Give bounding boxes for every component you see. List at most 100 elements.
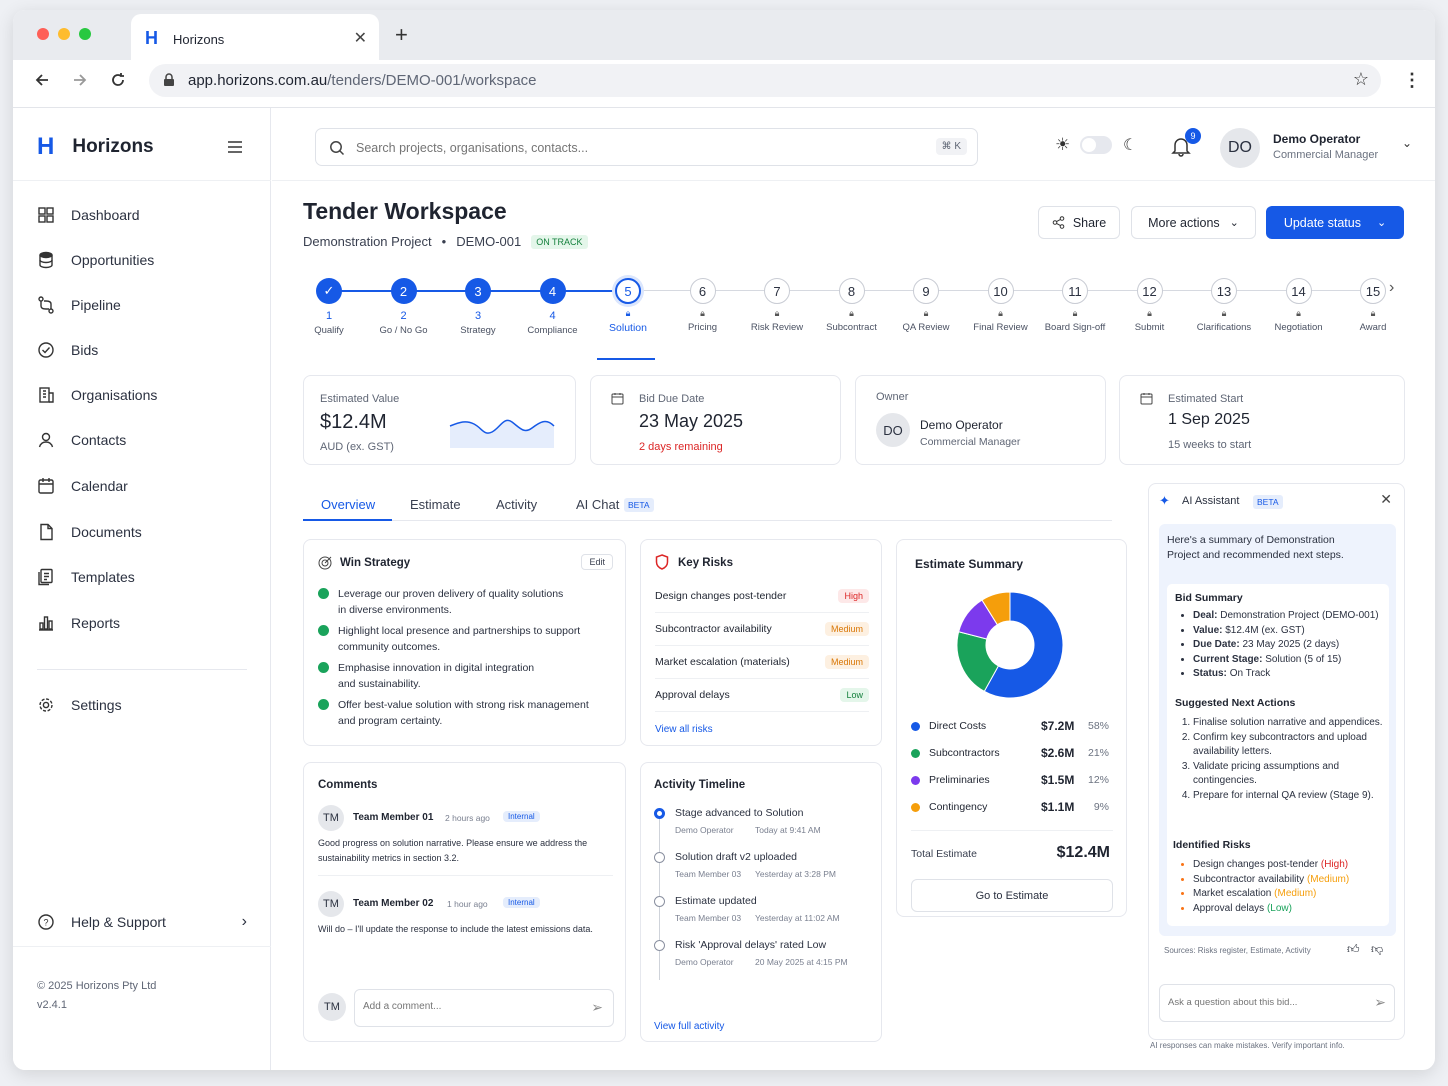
risk-name: Market escalation (1193, 888, 1272, 899)
thumbs-up-icon[interactable]: 👍︎ (1347, 942, 1360, 957)
stage-8[interactable]: 8 🔒︎ Subcontract (817, 278, 887, 333)
ai-question-input[interactable] (1168, 997, 1358, 1008)
hamburger-icon[interactable] (227, 140, 243, 154)
thumbs-down-icon[interactable]: 👎︎ (1371, 942, 1383, 957)
action-item: Confirm key subcontractors and upload av… (1193, 731, 1385, 760)
stage-number: 8 (838, 278, 865, 304)
card-title: Estimate Summary (915, 557, 1024, 571)
comment-input[interactable] (363, 1001, 583, 1012)
bookmark-star-icon[interactable]: ☆ (1353, 69, 1369, 90)
brand[interactable]: H Horizons (37, 132, 154, 162)
risk-level-badge: Medium (824, 622, 869, 636)
risk-row[interactable]: Subcontractor availability Medium (655, 613, 869, 646)
theme-toggle[interactable] (1080, 136, 1112, 154)
close-tab-icon[interactable]: ✕ (354, 28, 367, 48)
strategy-text: Highlight local presence and partnership… (338, 623, 580, 655)
lock-icon (164, 73, 174, 86)
stage-14[interactable]: 14 🔒︎ Negotiation (1264, 278, 1334, 333)
tab-overview[interactable]: Overview (321, 497, 375, 512)
update-status-button[interactable]: Update status ⌄ (1266, 206, 1404, 239)
stage-2[interactable]: 2 2 Go / No Go (369, 278, 439, 336)
help-support-link[interactable]: ? Help & Support › (37, 908, 249, 936)
sidebar-item-bids[interactable]: Bids (37, 336, 247, 364)
legend-percent: 9% (1093, 801, 1109, 813)
stage-1[interactable]: ✓ 1 Qualify (294, 278, 364, 336)
stage-10[interactable]: 10 🔒︎ Final Review (966, 278, 1036, 333)
browser-tab[interactable]: H Horizons ✕ (131, 14, 379, 60)
sidebar-item-organisations[interactable]: Organisations (37, 381, 247, 409)
chevron-right-icon[interactable]: › (1389, 279, 1394, 297)
ai-assistant-panel: ✦ AI Assistant BETA ✕ Here's a summary o… (1148, 483, 1405, 1040)
risk-row[interactable]: Market escalation (materials) Medium (655, 646, 869, 679)
stage-11[interactable]: 11 🔒︎ Board Sign-off (1040, 278, 1110, 333)
status-badge: ON TRACK (531, 234, 588, 249)
panel-title: AI Assistant (1182, 495, 1240, 507)
tab-estimate[interactable]: Estimate (410, 497, 461, 512)
stage-7[interactable]: 7 🔒︎ Risk Review (742, 278, 812, 333)
sidebar-item-reports[interactable]: Reports (37, 609, 247, 637)
templates-icon (38, 568, 53, 586)
sidebar-item-label: Documents (71, 524, 142, 540)
forward-icon[interactable] (71, 71, 89, 89)
go-to-estimate-button[interactable]: Go to Estimate (911, 879, 1113, 912)
more-actions-button[interactable]: More actions ⌄ (1131, 206, 1256, 239)
edit-button[interactable]: Edit (581, 554, 613, 570)
user-role: Commercial Manager (1273, 149, 1379, 161)
risk-item: Subcontractor availability (Medium) (1193, 873, 1390, 888)
timeline-item: Risk 'Approval delays' rated Low Demo Ope… (675, 939, 895, 967)
sidebar-item-dashboard[interactable]: Dashboard (37, 201, 247, 229)
timeline-text: Risk 'Approval delays' rated Low (675, 939, 827, 951)
target-icon (318, 556, 332, 570)
url-field[interactable]: app.horizons.com.au/tenders/DEMO-001/wor… (149, 64, 1381, 97)
timeline-meta: Demo Operator 20 May 2025 at 4:15 PM (675, 957, 895, 967)
chevron-down-icon[interactable]: ⌄ (1402, 136, 1412, 150)
send-icon[interactable]: ➢ (1374, 994, 1386, 1011)
search-box[interactable]: ⌘ K (315, 128, 978, 166)
close-icon[interactable]: ✕ (1380, 491, 1392, 508)
browser-menu-icon[interactable]: ⋮ (1403, 70, 1421, 91)
lock-icon: 🔒︎ (923, 308, 929, 318)
stage-3[interactable]: 3 3 Strategy (443, 278, 513, 336)
stage-12[interactable]: 12 🔒︎ Submit (1115, 278, 1185, 333)
action-item: Prepare for internal QA review (Stage 9)… (1193, 789, 1385, 804)
sidebar-item-templates[interactable]: Templates (37, 563, 247, 591)
reload-icon[interactable] (109, 71, 127, 89)
risk-row[interactable]: Approval delays Low (655, 679, 869, 712)
view-full-activity-link[interactable]: View full activity (654, 1021, 724, 1032)
search-input[interactable] (356, 138, 916, 158)
stage-6[interactable]: 6 🔒︎ Pricing (668, 278, 738, 333)
stage-5[interactable]: 5 🔒︎ Solution (593, 278, 663, 334)
back-icon[interactable] (33, 71, 51, 89)
stage-15[interactable]: 15 🔒︎ Award (1338, 278, 1408, 333)
send-icon[interactable]: ➢ (591, 999, 603, 1016)
strategy-text: Leverage our proven delivery of quality … (338, 586, 563, 618)
sidebar-item-documents[interactable]: Documents (37, 518, 247, 546)
stage-4[interactable]: 4 4 Compliance (518, 278, 588, 336)
share-button[interactable]: Share (1038, 206, 1120, 239)
sidebar-item-pipeline[interactable]: Pipeline (37, 291, 247, 319)
close-window-button[interactable] (37, 28, 49, 40)
strategy-line: and program certainty. (338, 715, 443, 727)
sidebar-item-opportunities[interactable]: Opportunities (37, 246, 247, 274)
timeline-actor: Team Member 03 (675, 869, 742, 879)
owner-name: Demo Operator (920, 418, 1003, 432)
tab-activity[interactable]: Activity (496, 497, 537, 512)
stage-9[interactable]: 9 🔒︎ QA Review (891, 278, 961, 333)
maximize-window-button[interactable] (79, 28, 91, 40)
sidebar-item-calendar[interactable]: Calendar (37, 472, 247, 500)
user-avatar[interactable]: DO (1220, 128, 1260, 168)
minimize-window-button[interactable] (58, 28, 70, 40)
legend-percent: 12% (1087, 774, 1109, 786)
stage-label: QA Review (902, 322, 950, 333)
risk-name: Market escalation (materials) (655, 656, 790, 668)
strategy-line: Offer best-value solution with strong ri… (338, 699, 589, 711)
stage-13[interactable]: 13 🔒︎ Clarifications (1189, 278, 1259, 333)
tab-ai-chat[interactable]: AI Chat (576, 497, 619, 512)
comment-box[interactable]: ➢ (354, 989, 614, 1027)
new-tab-icon[interactable]: + (395, 22, 408, 48)
sidebar-item-contacts[interactable]: Contacts (37, 426, 247, 454)
ai-question-box[interactable]: ➢ (1159, 984, 1395, 1022)
risk-row[interactable]: Design changes post-tender High (655, 580, 869, 613)
sidebar-item-settings[interactable]: Settings (37, 691, 247, 719)
view-all-risks-link[interactable]: View all risks (655, 724, 713, 735)
